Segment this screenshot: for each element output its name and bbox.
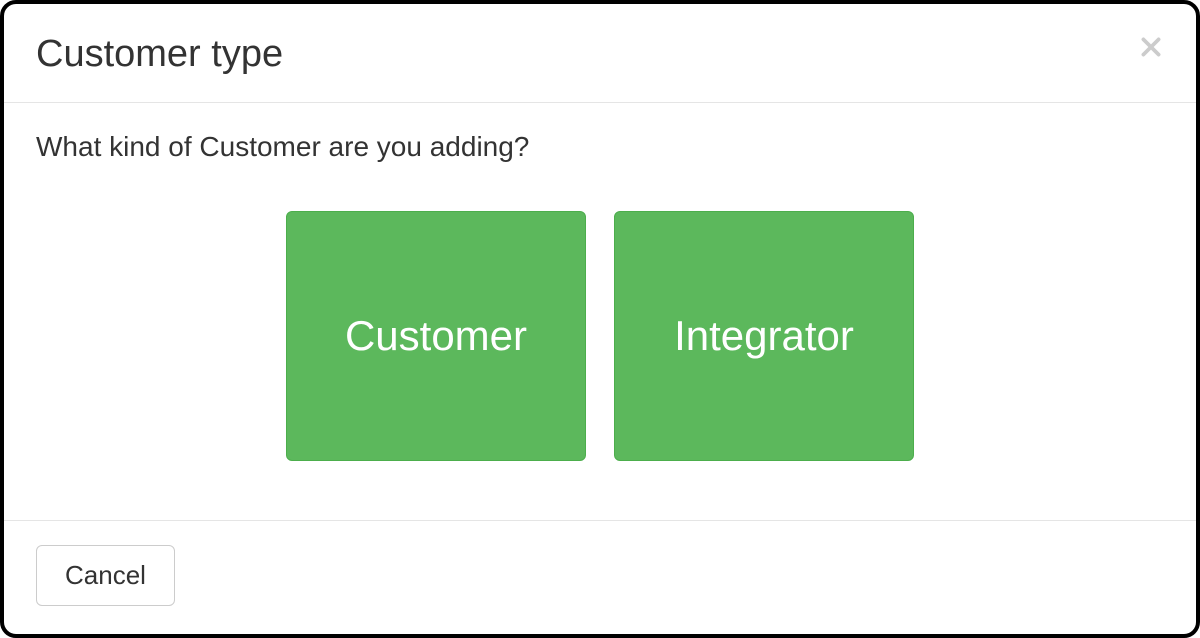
modal-footer: Cancel <box>4 520 1196 634</box>
modal-header: Customer type <box>4 4 1196 103</box>
choice-button-row: Customer Integrator <box>36 211 1164 461</box>
close-button[interactable] <box>1138 34 1164 63</box>
cancel-button[interactable]: Cancel <box>36 545 175 606</box>
modal-title: Customer type <box>36 32 283 78</box>
prompt-text: What kind of Customer are you adding? <box>36 131 1164 163</box>
close-icon <box>1138 34 1164 63</box>
modal-body: What kind of Customer are you adding? Cu… <box>4 103 1196 520</box>
customer-type-modal: Customer type What kind of Customer are … <box>0 0 1200 638</box>
integrator-button[interactable]: Integrator <box>614 211 914 461</box>
customer-button[interactable]: Customer <box>286 211 586 461</box>
